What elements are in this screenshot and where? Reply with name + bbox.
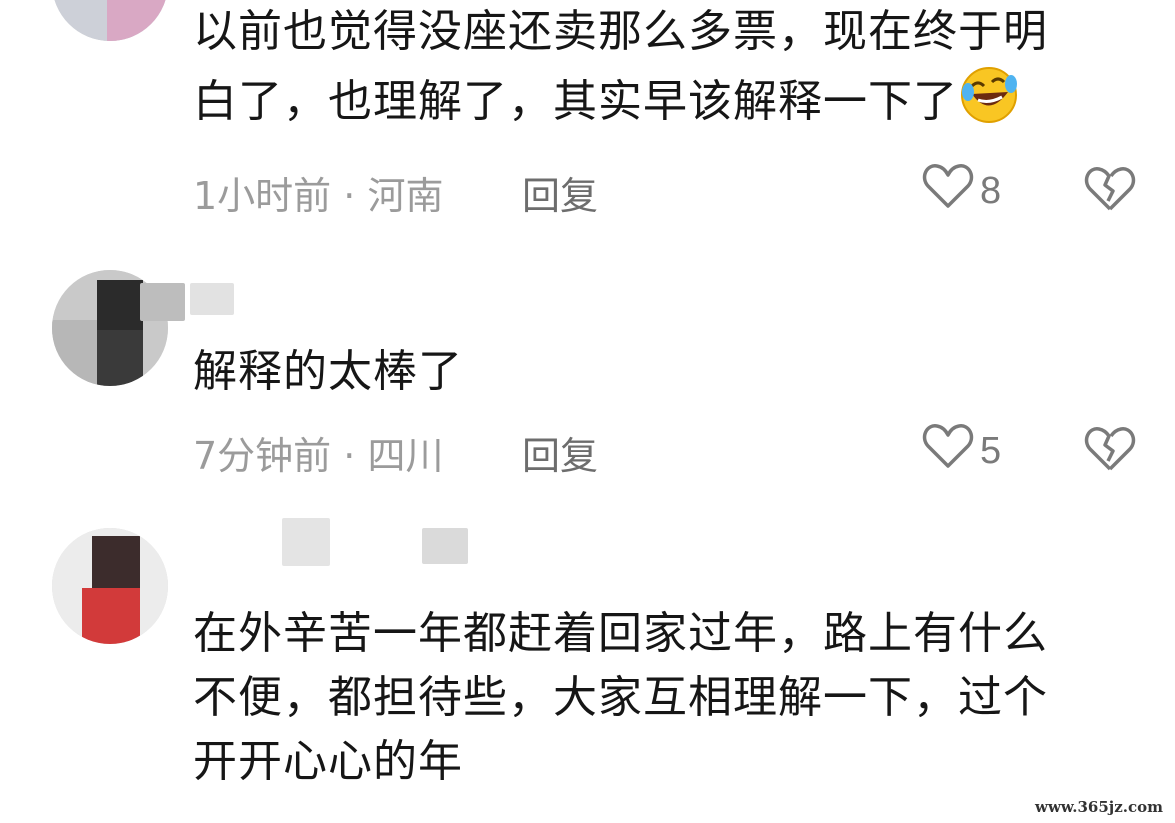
like-count: 8 xyxy=(980,169,1002,212)
username-blurred[interactable] xyxy=(140,283,185,321)
like-count: 5 xyxy=(980,429,1002,472)
comment-2-text: 解释的太棒了 xyxy=(193,346,463,397)
broken-heart-icon xyxy=(1083,167,1137,217)
reply-button[interactable]: 回复 xyxy=(522,425,598,480)
username-blurred[interactable] xyxy=(282,518,330,566)
like-button[interactable]: 8 xyxy=(922,162,1001,220)
username-blurred[interactable] xyxy=(190,283,234,315)
username-blurred[interactable] xyxy=(422,528,468,564)
heart-outline-icon xyxy=(922,162,974,220)
avatar-comment-1[interactable] xyxy=(52,0,168,41)
broken-heart-icon xyxy=(1083,427,1137,477)
like-button[interactable]: 5 xyxy=(922,422,1001,480)
heart-outline-icon xyxy=(922,422,974,480)
dislike-button[interactable] xyxy=(1083,165,1137,217)
comment-2-meta: 7分钟前 · 四川 xyxy=(193,434,444,478)
rolling-laughing-emoji-icon xyxy=(958,64,1020,144)
reply-button[interactable]: 回复 xyxy=(522,165,598,220)
avatar-comment-3[interactable] xyxy=(52,528,168,644)
comment-1-text: 以前也觉得没座还卖那么多票，现在终于明 白了，也理解了，其实早该解释一下了 xyxy=(193,0,1048,144)
comment-1-meta: 1小时前 · 河南 xyxy=(193,174,444,218)
dislike-button[interactable] xyxy=(1083,425,1137,477)
watermark: www.365jz.com xyxy=(1031,797,1167,817)
comment-3-text: 在外辛苦一年都赶着回家过年，路上有什么 不便，都担待些，大家互相理解一下，过个 … xyxy=(193,608,1048,787)
